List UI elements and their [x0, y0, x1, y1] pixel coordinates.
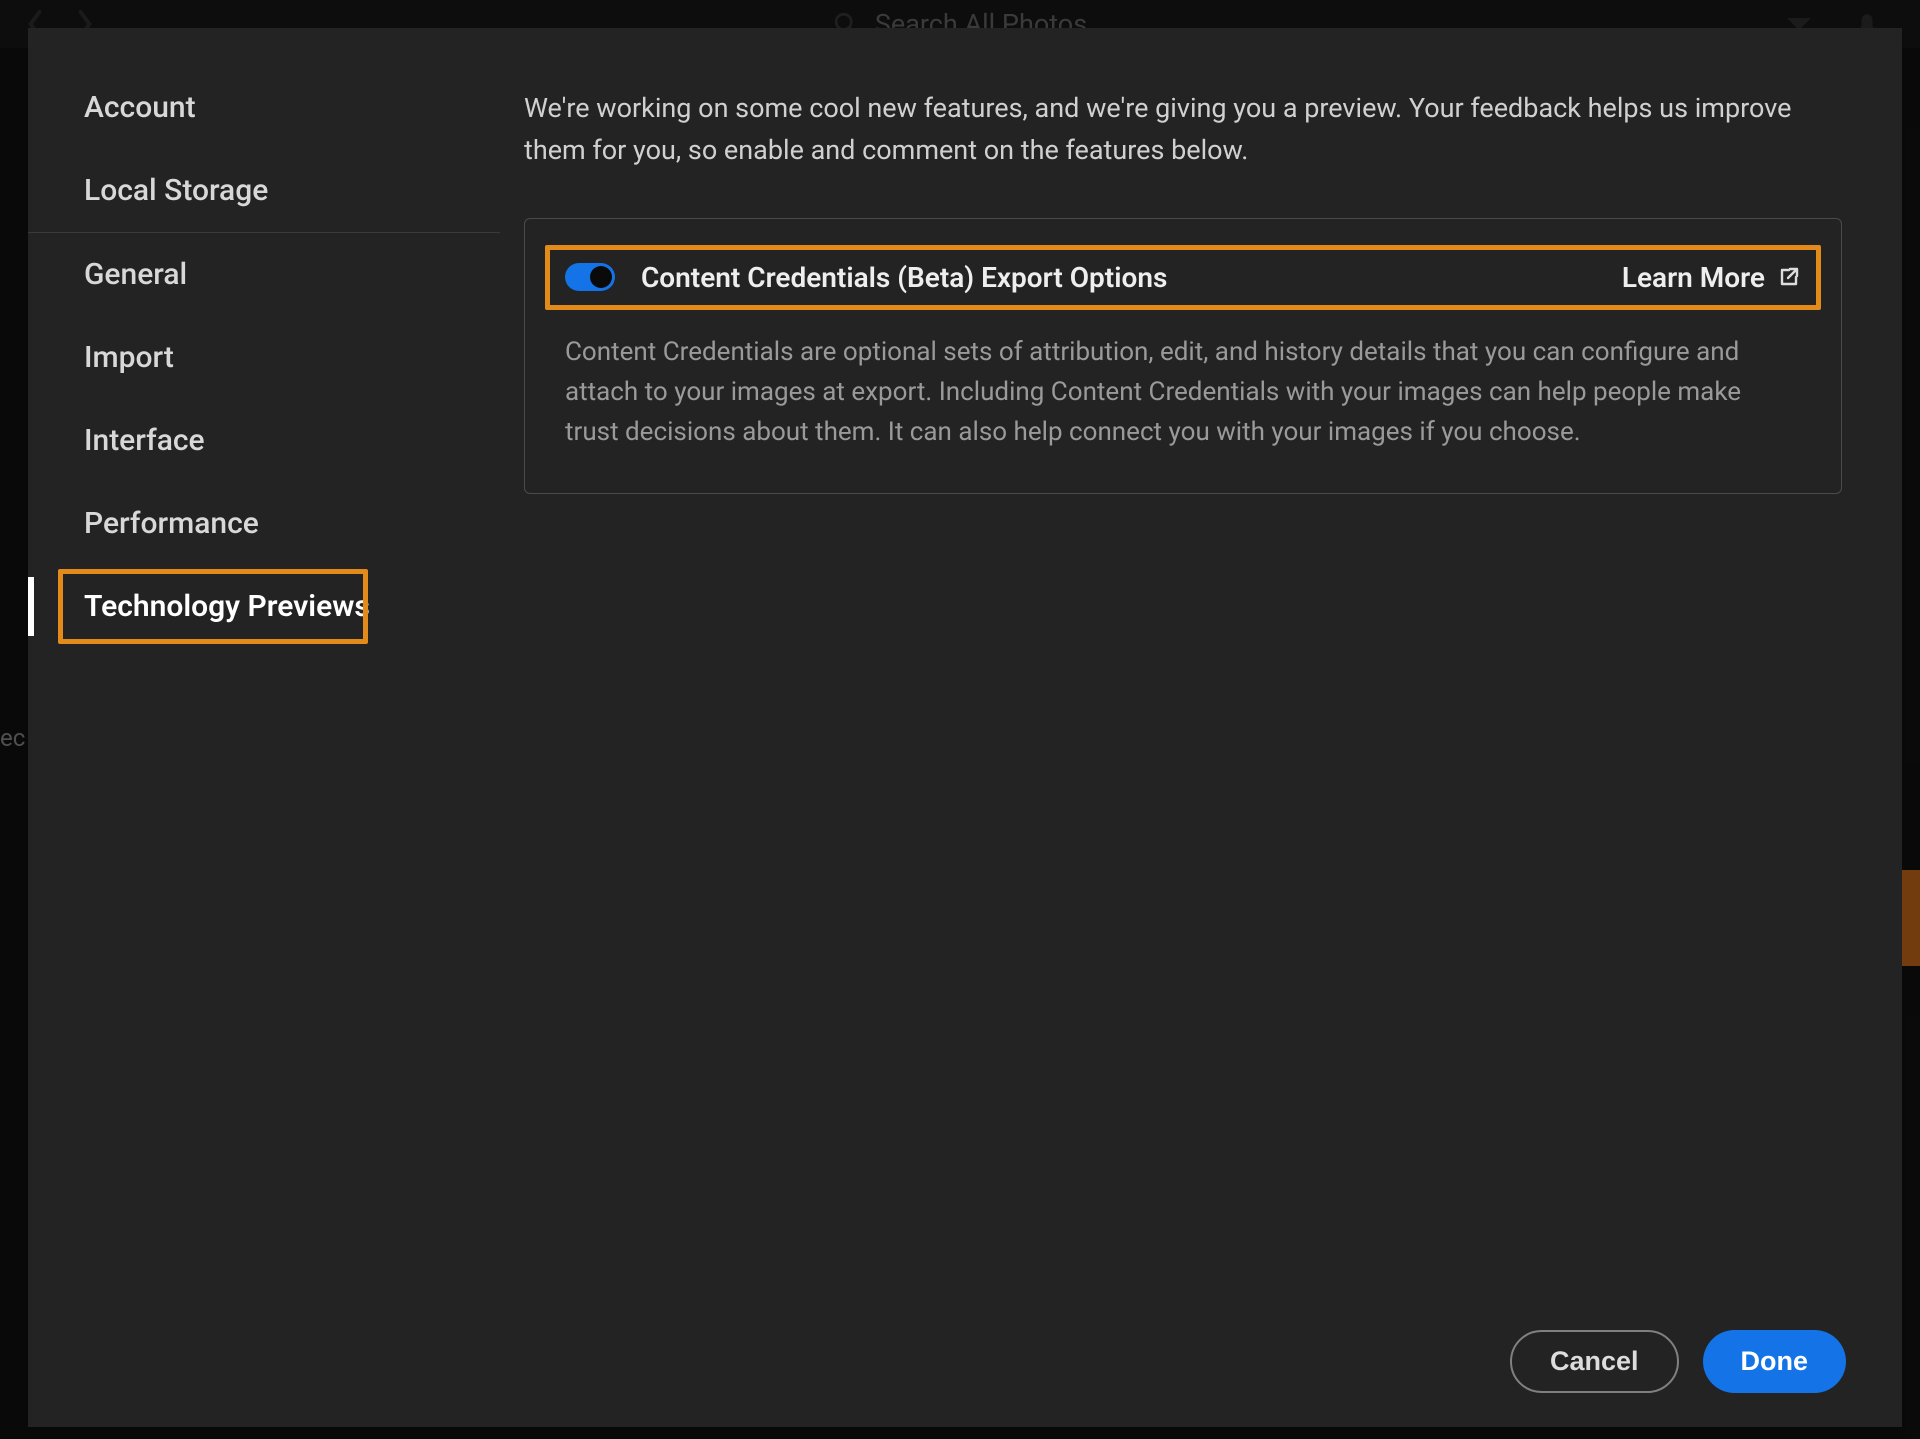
sidebar-item-account[interactable]: Account: [28, 66, 500, 149]
feature-description: Content Credentials are optional sets of…: [559, 332, 1807, 453]
feature-header-row: Content Credentials (Beta) Export Option…: [559, 249, 1807, 306]
sidebar-item-local-storage[interactable]: Local Storage: [28, 149, 500, 233]
learn-more-label: Learn More: [1622, 261, 1765, 294]
preferences-dialog: Account Local Storage General Import Int…: [28, 28, 1902, 1427]
sidebar-item-import[interactable]: Import: [28, 316, 500, 399]
feature-toggle[interactable]: [565, 263, 615, 291]
sidebar-item-label: General: [84, 257, 187, 292]
sidebar-item-label: Performance: [84, 506, 259, 541]
feature-card: Content Credentials (Beta) Export Option…: [524, 218, 1842, 494]
sidebar-item-label: Import: [84, 340, 174, 375]
sidebar-item-performance[interactable]: Performance: [28, 482, 500, 565]
feature-title: Content Credentials (Beta) Export Option…: [641, 261, 1596, 294]
sidebar-item-general[interactable]: General: [28, 233, 500, 316]
preferences-sidebar: Account Local Storage General Import Int…: [28, 28, 500, 1306]
external-link-icon: [1777, 265, 1801, 289]
sidebar-item-technology-previews[interactable]: Technology Previews: [28, 565, 500, 648]
sidebar-item-label: Local Storage: [84, 173, 268, 208]
sidebar-item-label: Technology Previews: [84, 589, 370, 624]
done-button[interactable]: Done: [1703, 1330, 1847, 1393]
learn-more-link[interactable]: Learn More: [1622, 261, 1801, 294]
intro-text: We're working on some cool new features,…: [524, 88, 1842, 172]
cancel-button[interactable]: Cancel: [1510, 1330, 1679, 1393]
sidebar-item-label: Interface: [84, 423, 205, 458]
sidebar-item-label: Account: [84, 90, 196, 125]
sidebar-item-interface[interactable]: Interface: [28, 399, 500, 482]
dialog-footer: Cancel Done: [28, 1306, 1902, 1427]
toggle-knob: [590, 266, 612, 288]
preferences-content: We're working on some cool new features,…: [500, 28, 1902, 1306]
